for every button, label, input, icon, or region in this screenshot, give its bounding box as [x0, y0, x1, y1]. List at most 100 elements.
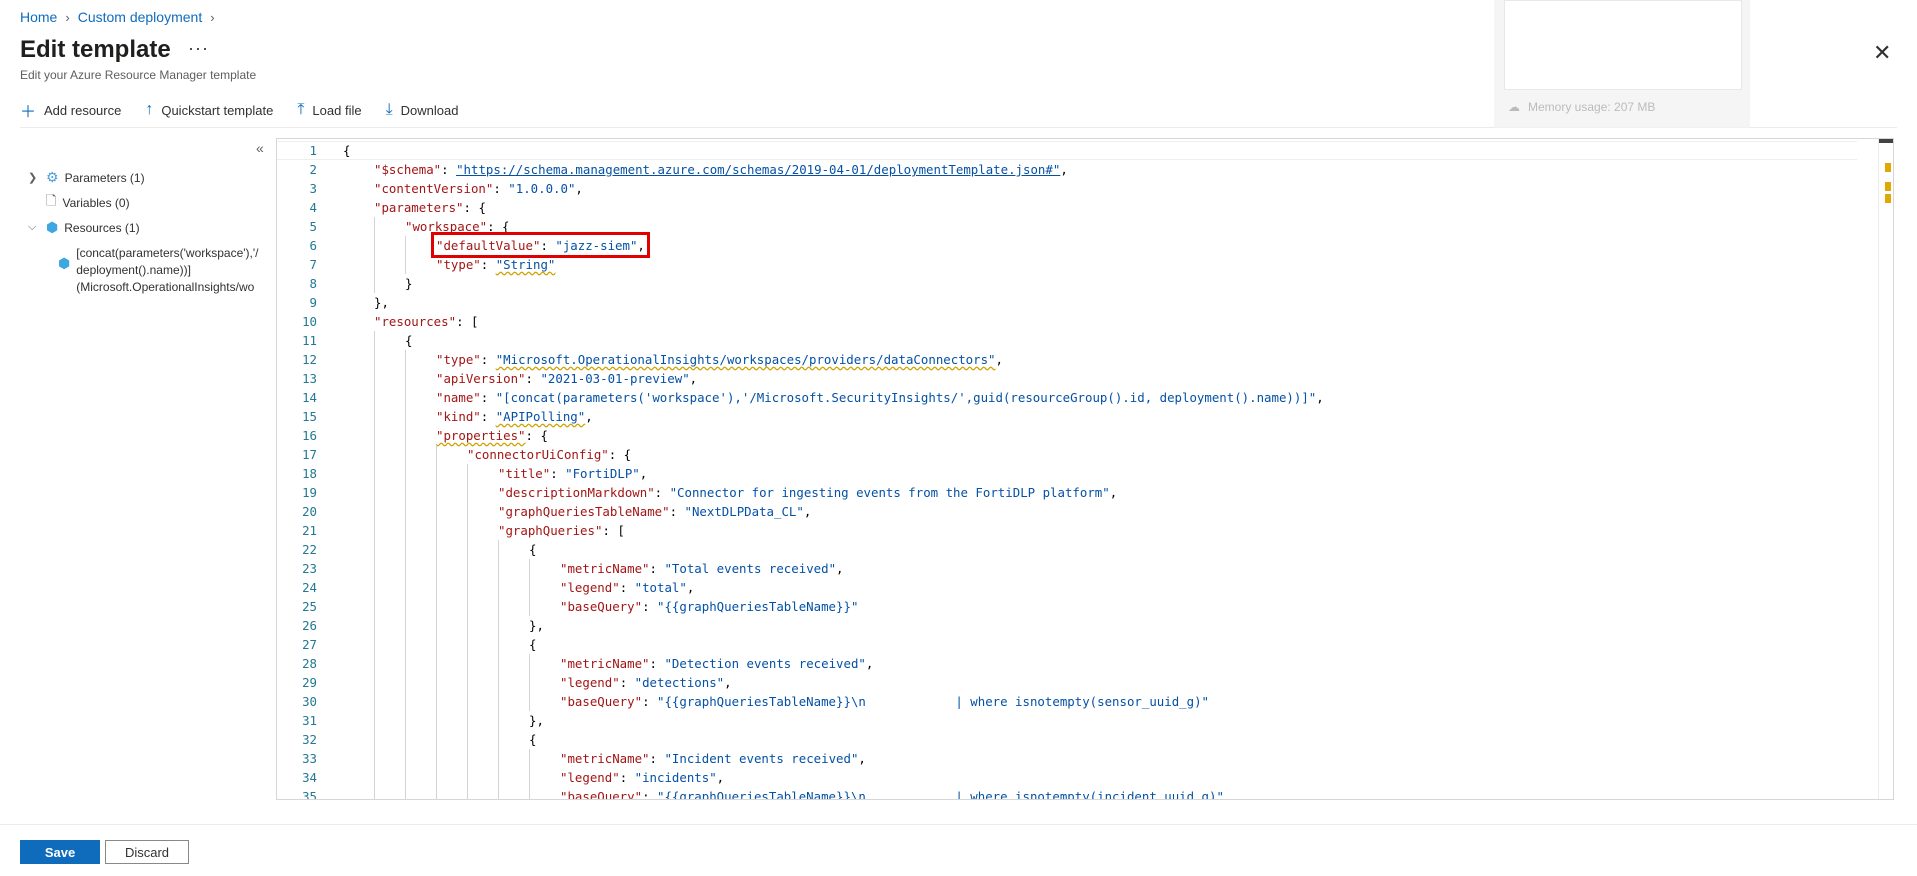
code-line: 19 "descriptionMarkdown": "Connector for …	[277, 483, 1857, 502]
code-token: "APIPolling"	[495, 409, 586, 424]
line-number: 34	[302, 770, 317, 785]
code-token: "2021-03-01-preview"	[540, 371, 690, 386]
code-token: : {	[608, 447, 632, 462]
indent-guide	[374, 730, 375, 749]
code-line: 16 "properties": {	[277, 426, 1857, 445]
discard-button[interactable]: Discard	[105, 840, 189, 864]
code-text: "connectorUiConfig": {	[467, 445, 631, 464]
code-text: "kind": "APIPolling",	[436, 407, 593, 426]
indent-guide	[467, 730, 468, 749]
breadcrumb-custom-deployment[interactable]: Custom deployment	[78, 9, 203, 25]
code-line: 22 {	[277, 540, 1857, 559]
indent-guide	[436, 711, 437, 730]
indent-guide	[436, 445, 437, 464]
upload-icon: ⤒	[297, 101, 305, 118]
indent-guide	[498, 673, 499, 692]
code-token: :	[654, 485, 670, 500]
code-token: : [	[456, 314, 479, 329]
indent-guide	[498, 711, 499, 730]
code-line: 8}	[277, 274, 1857, 293]
indent-guide	[529, 787, 530, 799]
indent-guide	[498, 749, 499, 768]
add-resource-button[interactable]: ＋ Add resource	[20, 98, 121, 122]
code-text: "graphQueries": [	[498, 521, 625, 540]
indent-guide	[498, 635, 499, 654]
chevron-right-icon[interactable]: ❯	[28, 171, 40, 184]
code-token: "baseQuery"	[560, 599, 643, 614]
code-token: "incidents"	[634, 770, 717, 785]
indent-guide	[498, 597, 499, 616]
code-token: : [	[602, 523, 625, 538]
tree-item-variables[interactable]: 🗋 Variables (0)	[28, 190, 145, 215]
code-text: },	[374, 293, 389, 312]
indent-guide	[436, 654, 437, 673]
indent-guide	[405, 502, 406, 521]
code-editor[interactable]: 1{2 "$schema": "https://schema.management…	[276, 138, 1894, 800]
indent-guide	[529, 597, 530, 616]
arrow-up-icon: ↑	[145, 101, 154, 118]
code-token: "metricName"	[560, 561, 650, 576]
code-token: "graphQueries"	[498, 523, 603, 538]
indent-guide	[467, 616, 468, 635]
download-button[interactable]: ⤓ Download	[386, 98, 459, 122]
indent-guide	[529, 768, 530, 787]
code-token: : {	[463, 200, 486, 215]
line-number: 35	[302, 789, 317, 800]
code-token: :	[619, 770, 635, 785]
code-token: "Detection events received"	[664, 656, 866, 671]
load-file-button[interactable]: ⤒ Load file	[297, 98, 361, 122]
code-line: 32 {	[277, 730, 1857, 749]
code-token: :	[480, 352, 496, 367]
indent-guide	[405, 521, 406, 540]
more-options-icon[interactable]: ···	[188, 38, 209, 59]
code-token: "legend"	[560, 675, 620, 690]
chevron-down-icon[interactable]: ⌵	[28, 221, 40, 234]
code-token: ,	[689, 371, 698, 386]
code-token: :	[619, 675, 635, 690]
indent-guide	[405, 483, 406, 502]
line-number: 23	[302, 561, 317, 576]
tree-item-parameters[interactable]: ❯ ⚙ Parameters (1)	[28, 165, 145, 190]
code-token: "Connector for ingesting events from the…	[669, 485, 1110, 500]
memory-usage-label: Memory usage: 207 MB	[1528, 100, 1656, 114]
indent-guide	[498, 578, 499, 597]
code-line: 9},	[277, 293, 1857, 312]
collapse-panel-icon[interactable]: «	[256, 140, 264, 156]
code-line: 30 "baseQuery": "{{graphQueriesTableName}…	[277, 692, 1857, 711]
code-text: }	[405, 274, 412, 293]
save-button[interactable]: Save	[20, 840, 100, 864]
breadcrumb-home[interactable]: Home	[20, 9, 57, 25]
code-line: 25 "baseQuery": "{{graphQueriesTableName}…	[277, 597, 1857, 616]
indent-guide	[405, 711, 406, 730]
code-token: "apiVersion"	[436, 371, 526, 386]
line-number: 4	[309, 200, 317, 215]
code-token: ,	[575, 181, 583, 196]
code-token: {	[529, 637, 537, 652]
code-line: 15 "kind": "APIPolling",	[277, 407, 1857, 426]
code-text: {	[405, 331, 412, 350]
line-number: 5	[309, 219, 317, 234]
line-number: 11	[302, 333, 317, 348]
code-token: ,	[1109, 485, 1118, 500]
tree-item-resource-data-connector[interactable]: ⬢ [concat(parameters('workspace'),'/ dep…	[58, 245, 276, 296]
code-token: ,	[724, 675, 732, 690]
add-resource-label: Add resource	[44, 102, 122, 118]
code-token: "Incident events received"	[664, 751, 859, 766]
code-text: "baseQuery": "{{graphQueriesTableName}}"	[560, 597, 858, 616]
indent-guide	[436, 768, 437, 787]
editor-scrollbar[interactable]	[1878, 139, 1893, 799]
indent-guide	[436, 483, 437, 502]
line-number: 14	[302, 390, 317, 405]
indent-guide	[529, 654, 530, 673]
indent-guide	[374, 426, 375, 445]
code-text: "type": "Microsoft.OperationalInsights/w…	[436, 350, 1003, 369]
line-number: 20	[302, 504, 317, 519]
close-icon[interactable]: ✕	[1873, 40, 1891, 66]
quickstart-template-button[interactable]: ↑ Quickstart template	[145, 98, 273, 122]
indent-guide	[467, 464, 468, 483]
indent-guide	[374, 407, 375, 426]
code-line: 14 "name": "[concat(parameters('workspace…	[277, 388, 1857, 407]
tree-item-resources[interactable]: ⌵ ⬢ Resources (1)	[28, 215, 145, 240]
tree-item-label: Variables (0)	[62, 195, 130, 210]
code-text: "descriptionMarkdown": "Connector for in…	[498, 483, 1117, 502]
